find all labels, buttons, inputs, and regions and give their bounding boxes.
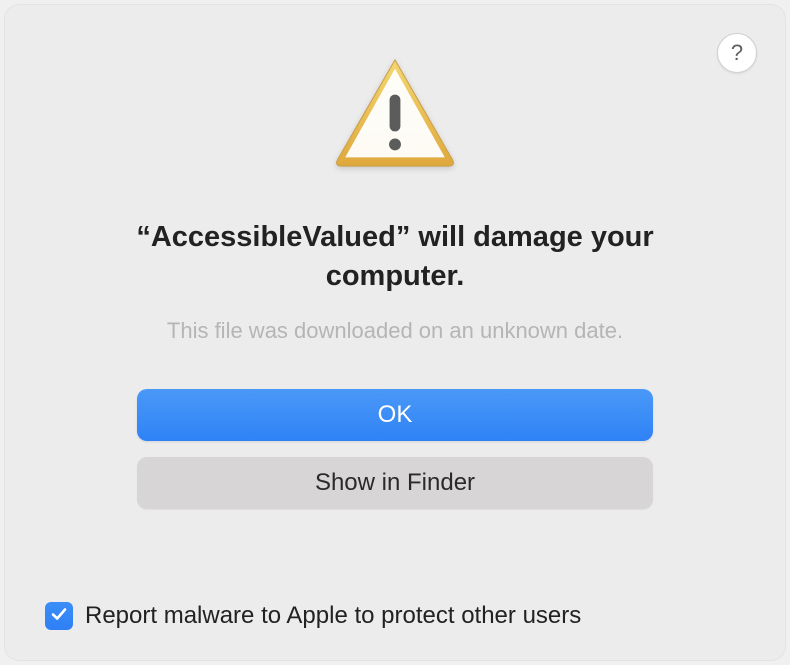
dialog-buttons: OK Show in Finder: [45, 389, 745, 509]
report-malware-checkbox[interactable]: [45, 602, 73, 630]
report-malware-label[interactable]: Report malware to Apple to protect other…: [85, 602, 581, 630]
checkmark-icon: [49, 604, 69, 629]
warning-icon: [330, 53, 460, 178]
dialog-subtitle: This file was downloaded on an unknown d…: [45, 318, 745, 344]
show-in-finder-button[interactable]: Show in Finder: [137, 457, 653, 509]
dialog-icon-container: [45, 53, 745, 178]
report-malware-row: Report malware to Apple to protect other…: [45, 602, 745, 630]
dialog-title: “AccessibleValued” will damage your comp…: [45, 218, 745, 296]
help-icon: ?: [731, 40, 743, 66]
alert-dialog: ? “AccessibleValued” will damage your co…: [5, 5, 785, 660]
help-button[interactable]: ?: [717, 33, 757, 73]
ok-button[interactable]: OK: [137, 389, 653, 441]
